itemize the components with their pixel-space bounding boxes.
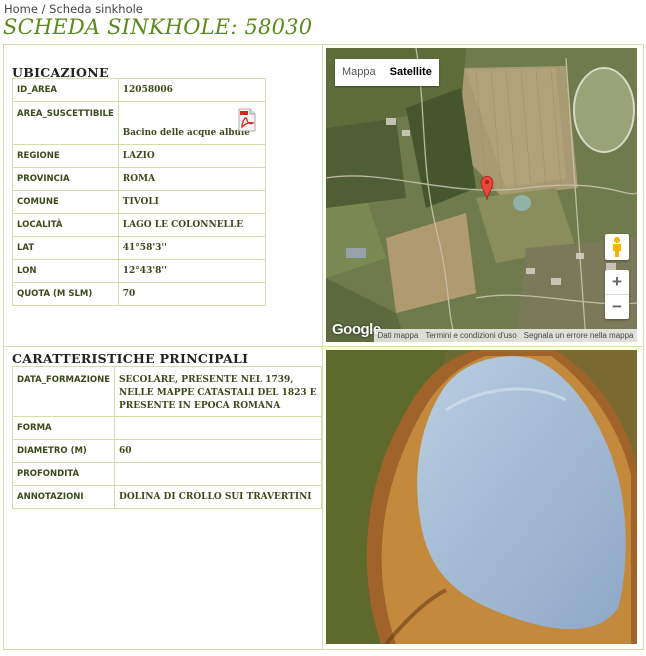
table-row: LAT 41°58'3''	[12, 236, 267, 260]
attrib-report-link[interactable]: Segnala un errore nella mappa	[524, 331, 634, 340]
breadcrumb-separator: /	[37, 2, 50, 16]
attrib-map-data[interactable]: Dati mappa	[377, 331, 418, 340]
zoom-control: + −	[605, 270, 629, 319]
row-label-profondita: PROFONDITÀ	[11, 462, 116, 486]
caratteristiche-table: DATA_FORMAZIONE SECOLARE, PRESENTE NEL 1…	[11, 366, 322, 509]
row-value-comune: TIVOLI	[117, 190, 267, 214]
row-label-quota: QUOTA (M SLM)	[12, 282, 119, 306]
table-row: DIAMETRO (M) 60	[11, 439, 322, 463]
row-label-id-area: ID_AREA	[12, 78, 119, 102]
row-value-area-suscettibile: Bacino delle acque albule	[117, 101, 267, 145]
row-value-forma	[114, 416, 322, 440]
row-label-diametro: DIAMETRO (M)	[11, 439, 116, 463]
row-value-quota: 70	[117, 282, 267, 306]
row-label-lon: LON	[12, 259, 119, 283]
table-row: ANNOTAZIONI DOLINA DI CROLLO SUI TRAVERT…	[11, 485, 322, 509]
table-row: PROVINCIA ROMA	[12, 167, 267, 191]
caratteristiche-panel: CARATTERISTICHE PRINCIPALI DATA_FORMAZIO…	[3, 346, 323, 650]
satellite-map[interactable]: Mappa Satellite + − Google Dati mappa Te…	[326, 48, 637, 342]
row-label-regione: REGIONE	[12, 144, 119, 168]
area-suscettibile-text: Bacino delle acque albule	[122, 128, 250, 138]
map-type-control: Mappa Satellite	[335, 59, 439, 86]
breadcrumb-home-link[interactable]: Home	[4, 2, 38, 16]
row-label-data-formazione: DATA_FORMAZIONE	[11, 366, 116, 417]
row-value-lon: 12°43'8''	[117, 259, 267, 283]
table-row: REGIONE LAZIO	[12, 144, 267, 168]
row-label-comune: COMUNE	[12, 190, 119, 214]
page-title: SCHEDA SINKHOLE: 58030	[3, 15, 313, 39]
table-row: LOCALITÀ LAGO LE COLONNELLE	[12, 213, 267, 237]
table-row: PROFONDITÀ	[11, 462, 322, 486]
pdf-icon[interactable]	[237, 108, 257, 132]
breadcrumb: Home / Scheda sinkhole	[4, 2, 143, 16]
row-value-diametro: 60	[114, 439, 322, 463]
row-label-area-suscettibile: AREA_SUSCETTIBILE	[12, 101, 119, 145]
row-value-regione: LAZIO	[117, 144, 267, 168]
table-row: COMUNE TIVOLI	[12, 190, 267, 214]
row-value-id-area: 12058006	[117, 78, 267, 102]
ubicazione-table: ID_AREA 12058006 AREA_SUSCETTIBILE Bacin…	[12, 78, 267, 306]
row-value-data-formazione: SECOLARE, PRESENTE NEL 1739, NELLE MAPPE…	[114, 366, 322, 417]
row-value-lat: 41°58'3''	[117, 236, 267, 260]
row-value-provincia: ROMA	[117, 167, 267, 191]
table-row: FORMA	[11, 416, 322, 440]
sinkhole-photo	[326, 350, 637, 644]
row-value-localita: LAGO LE COLONNELLE	[117, 213, 267, 237]
table-row: QUOTA (M SLM) 70	[12, 282, 267, 306]
map-attribution: Dati mappa Termini e condizioni d'uso Se…	[374, 329, 637, 342]
table-row: LON 12°43'8''	[12, 259, 267, 283]
row-value-annotazioni: DOLINA DI CROLLO SUI TRAVERTINI	[114, 485, 322, 509]
zoom-in-button[interactable]: +	[605, 270, 629, 294]
row-label-provincia: PROVINCIA	[12, 167, 119, 191]
caratteristiche-title: CARATTERISTICHE PRINCIPALI	[12, 351, 249, 366]
attrib-terms-link[interactable]: Termini e condizioni d'uso	[425, 331, 516, 340]
street-view-pegman-icon[interactable]	[605, 234, 629, 260]
row-label-lat: LAT	[12, 236, 119, 260]
map-type-mappa-button[interactable]: Mappa	[335, 59, 383, 86]
table-row: DATA_FORMAZIONE SECOLARE, PRESENTE NEL 1…	[11, 366, 322, 417]
map-type-satellite-button[interactable]: Satellite	[382, 59, 439, 86]
row-label-forma: FORMA	[11, 416, 116, 440]
row-label-localita: LOCALITÀ	[12, 213, 119, 237]
zoom-out-button[interactable]: −	[605, 295, 629, 319]
breadcrumb-current: Scheda sinkhole	[49, 2, 143, 16]
ubicazione-panel: UBICAZIONE ID_AREA 12058006 AREA_SUSCETT…	[3, 44, 323, 347]
row-label-annotazioni: ANNOTAZIONI	[11, 485, 116, 509]
table-row: ID_AREA 12058006	[12, 78, 267, 102]
table-row: AREA_SUSCETTIBILE Bacino delle acque alb…	[12, 101, 267, 145]
row-value-profondita	[114, 462, 322, 486]
